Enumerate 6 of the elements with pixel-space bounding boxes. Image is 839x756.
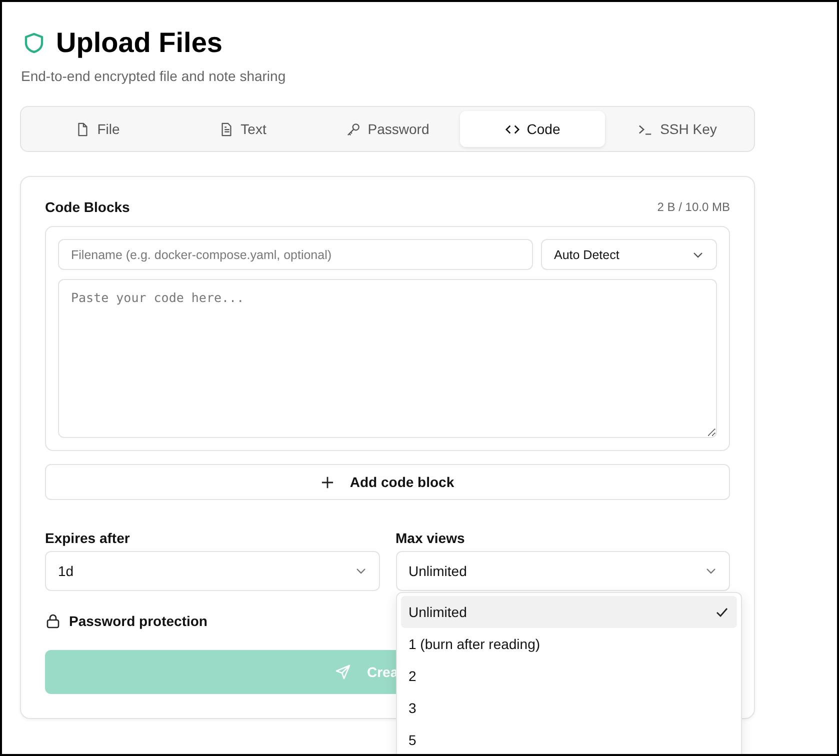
size-counter: 2 B / 10.0 MB <box>657 200 730 214</box>
page-subtitle: End-to-end encrypted file and note sharing <box>21 68 287 84</box>
section-label: Code Blocks <box>45 199 130 215</box>
field-label: Max views <box>396 530 466 546</box>
page-title: Upload Files <box>56 27 222 59</box>
field-label: Expires after <box>45 530 131 546</box>
